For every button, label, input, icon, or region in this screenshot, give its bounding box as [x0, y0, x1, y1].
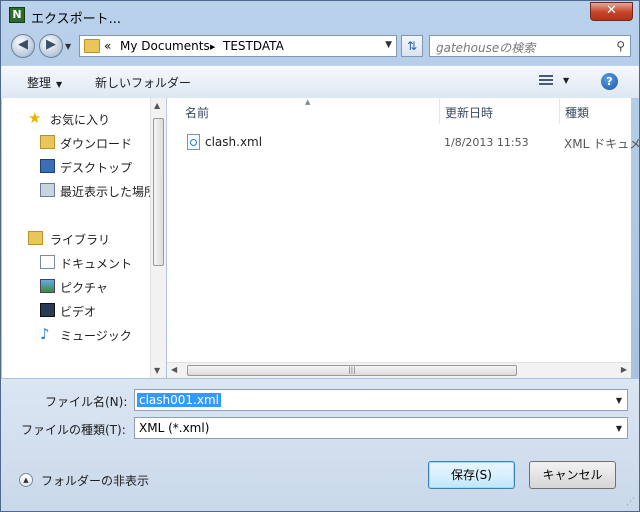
filename-value: clash001.xml: [137, 393, 221, 407]
sidebar-item-favorites[interactable]: ★ お気に入り: [2, 108, 151, 130]
sidebar-item-label: ドキュメント: [60, 257, 133, 271]
scrollbar-thumb[interactable]: |||: [187, 365, 517, 376]
file-modified: 1/8/2013 11:53: [444, 136, 529, 149]
column-divider[interactable]: [439, 98, 440, 124]
filetype-select[interactable]: XML (*.xml) ▼: [134, 417, 628, 439]
search-icon[interactable]: ⚲: [616, 39, 625, 53]
filename-label: ファイル名(N):: [45, 395, 128, 409]
sidebar-item-label: ミュージック: [60, 329, 132, 343]
back-arrow-icon: ◀: [18, 37, 28, 52]
title-bar: N エクスポート... ✕: [1, 1, 639, 31]
scroll-down-icon[interactable]: ▼: [154, 366, 160, 375]
back-button[interactable]: ◀: [11, 34, 35, 58]
file-name: clash.xml: [205, 135, 263, 149]
cancel-button[interactable]: キャンセル: [529, 461, 616, 489]
list-item[interactable]: clash.xml 1/8/2013 11:53 XML ドキュメント: [181, 132, 640, 154]
sidebar-item-pictures[interactable]: ピクチャ: [2, 276, 151, 298]
sidebar-item-label: ビデオ: [60, 305, 97, 319]
column-divider[interactable]: [559, 98, 560, 124]
sort-ascending-icon: ▲: [305, 98, 311, 106]
breadcrumb-testdata[interactable]: TESTDATA: [223, 39, 284, 53]
navigation-pane: ★ お気に入り ダウンロード デスクトップ 最近表示した場所 ライブラリ ドキュ…: [2, 98, 151, 378]
scroll-left-icon[interactable]: ◀: [171, 365, 177, 374]
star-icon: ★: [28, 109, 42, 127]
sidebar-item-label: ライブラリ: [50, 233, 111, 247]
file-type: XML ドキュメント: [564, 137, 640, 151]
save-button[interactable]: 保存(S): [428, 461, 515, 489]
resize-grip-icon[interactable]: ⋰: [626, 497, 635, 507]
chevron-down-icon: ▼: [56, 80, 63, 89]
sidebar-item-videos[interactable]: ビデオ: [2, 300, 151, 322]
folder-icon: [84, 39, 100, 53]
address-bar[interactable]: « My Documents ▶ TESTDATA ▼: [79, 35, 397, 57]
sidebar-item-downloads[interactable]: ダウンロード: [2, 132, 151, 154]
export-dialog: N エクスポート... ✕ ◀ ▶ ▼ « My Documents ▶ TES…: [0, 0, 640, 512]
column-header-modified[interactable]: 更新日時: [445, 104, 493, 121]
xml-file-icon: [187, 134, 200, 150]
filetype-value: XML (*.xml): [139, 421, 210, 435]
breadcrumb-overflow[interactable]: «: [104, 39, 111, 53]
sidebar-item-music[interactable]: ♪ ミュージック: [2, 324, 151, 346]
new-folder-button[interactable]: 新しいフォルダー: [95, 74, 191, 91]
filename-field[interactable]: clash001.xml ▼: [134, 389, 628, 411]
address-dropdown-icon[interactable]: ▼: [385, 40, 392, 50]
sidebar-item-documents[interactable]: ドキュメント: [2, 252, 151, 274]
recent-places-icon: [40, 183, 55, 197]
file-list: ▲ 名前 更新日時 種類 clash.xml 1/8/2013 11:53 XM…: [167, 98, 640, 378]
scroll-right-icon[interactable]: ▶: [621, 365, 627, 374]
organize-label: 整理: [27, 76, 52, 90]
sidebar-item-libraries[interactable]: ライブラリ: [2, 228, 151, 250]
filename-dropdown-icon[interactable]: ▼: [616, 396, 622, 405]
forward-arrow-icon: ▶: [46, 37, 56, 52]
sidebar-item-label: 最近表示した場所: [60, 185, 151, 199]
view-chevron-down-icon[interactable]: ▼: [563, 76, 569, 85]
breadcrumb-separator-icon[interactable]: ▶: [210, 43, 215, 51]
recent-pages-chevron-icon[interactable]: ▼: [65, 42, 71, 51]
forward-button[interactable]: ▶: [39, 34, 63, 58]
toolbar: 整理 ▼ 新しいフォルダー ▼ ?: [1, 65, 639, 99]
sidebar-item-recent-places[interactable]: 最近表示した場所: [2, 180, 151, 202]
close-button[interactable]: ✕: [590, 2, 633, 21]
filetype-dropdown-icon[interactable]: ▼: [616, 424, 622, 433]
chevron-up-icon: ▲: [19, 473, 33, 487]
breadcrumb-my-documents[interactable]: My Documents: [120, 39, 210, 53]
music-icon: ♪: [40, 325, 50, 343]
window-title: エクスポート...: [31, 12, 122, 27]
search-input[interactable]: gatehouseの検索 ⚲: [429, 35, 631, 57]
pictures-icon: [40, 279, 55, 293]
sidebar-item-label: ピクチャ: [60, 281, 108, 295]
videos-icon: [40, 303, 55, 317]
downloads-folder-icon: [40, 135, 55, 149]
sidebar-item-label: お気に入り: [50, 113, 111, 127]
file-list-scrollbar[interactable]: ◀ ||| ▶: [167, 362, 631, 378]
refresh-button[interactable]: ⇅: [401, 35, 423, 57]
app-icon: N: [9, 7, 25, 23]
sidebar-scrollbar[interactable]: ▲ ▼: [150, 98, 166, 378]
documents-icon: [40, 255, 55, 269]
column-header-name[interactable]: 名前: [185, 104, 209, 121]
scrollbar-thumb[interactable]: [153, 118, 164, 266]
sidebar-item-label: ダウンロード: [60, 137, 133, 151]
scroll-up-icon[interactable]: ▲: [154, 101, 160, 110]
search-placeholder: gatehouseの検索: [436, 41, 536, 55]
desktop-icon: [40, 159, 55, 173]
view-options-icon[interactable]: [539, 75, 553, 87]
sidebar-item-label: デスクトップ: [60, 161, 133, 175]
refresh-icon: ⇅: [406, 39, 418, 53]
help-icon[interactable]: ?: [601, 73, 618, 90]
libraries-icon: [28, 231, 43, 245]
column-header-type[interactable]: 種類: [565, 104, 589, 121]
hide-folders-label: フォルダーの非表示: [41, 474, 150, 488]
sidebar-item-desktop[interactable]: デスクトップ: [2, 156, 151, 178]
organize-menu[interactable]: 整理 ▼: [27, 74, 62, 91]
filetype-label: ファイルの種類(T):: [21, 423, 126, 437]
